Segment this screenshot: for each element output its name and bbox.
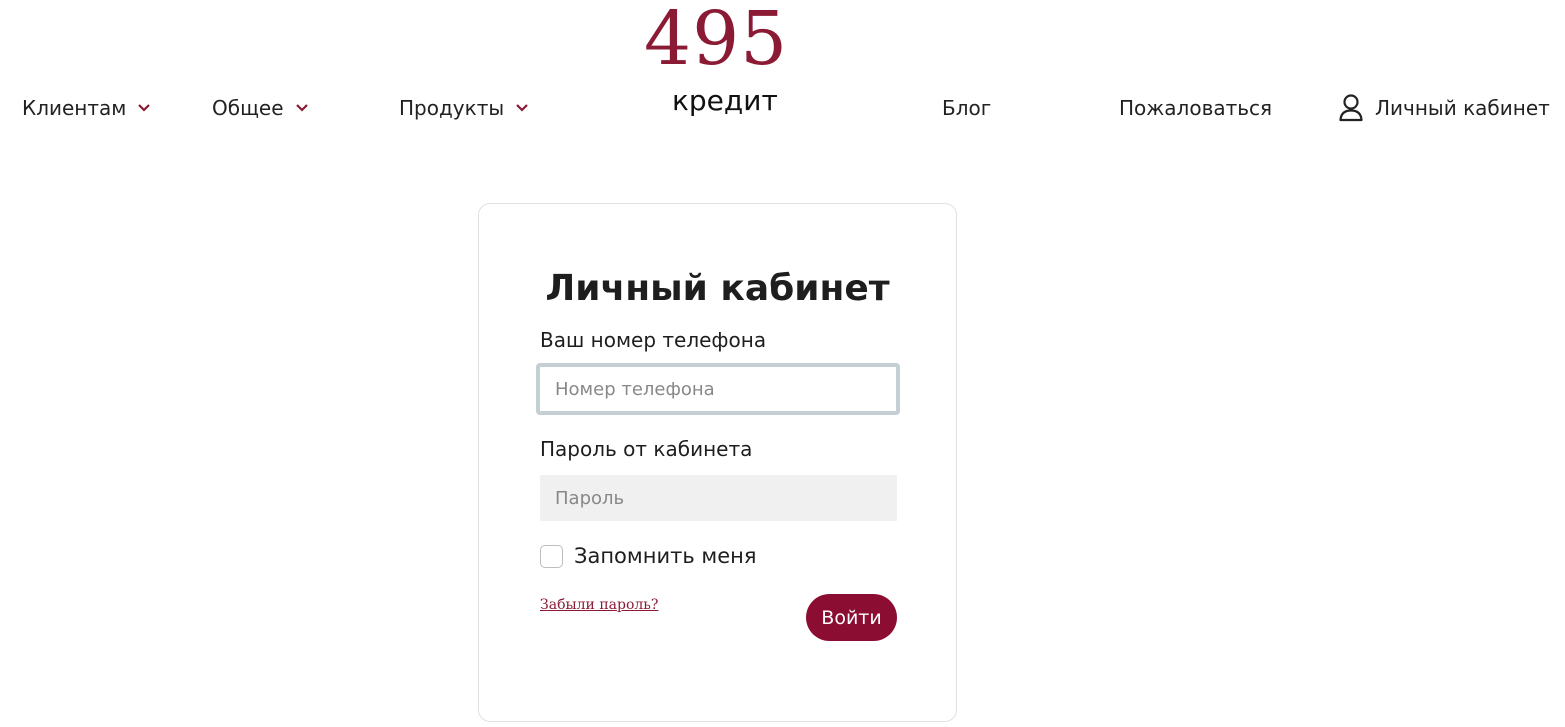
logo-subtitle: кредит [672, 84, 778, 117]
nav-item-label: Личный кабинет [1375, 96, 1550, 120]
user-icon [1338, 93, 1364, 123]
chevron-down-icon [294, 100, 310, 116]
forgot-password-link[interactable]: Забыли пароль? [540, 597, 658, 613]
nav-item-label: Пожаловаться [1119, 96, 1273, 120]
phone-label: Ваш номер телефона [540, 328, 767, 352]
nav-item-label: Продукты [399, 96, 505, 120]
chevron-down-icon [136, 100, 152, 116]
page-title: Личный кабинет [545, 268, 890, 309]
chevron-down-icon [514, 100, 530, 116]
nav-item-clients[interactable]: Клиентам [22, 92, 152, 124]
logo-number: 495 [644, 0, 789, 82]
remember-checkbox[interactable] [540, 544, 563, 568]
nav-item-general[interactable]: Общее [212, 92, 310, 124]
password-label: Пароль от кабинета [540, 437, 753, 461]
nav-item-cabinet[interactable]: Личный кабинет [1338, 92, 1550, 124]
password-input[interactable] [540, 475, 897, 521]
nav-item-complain[interactable]: Пожаловаться [1119, 92, 1272, 124]
login-card: Личный кабинет Ваш номер телефона Пароль… [478, 203, 957, 722]
remember-me[interactable]: Запомнить меня [540, 544, 757, 568]
login-button[interactable]: Войти [806, 594, 897, 641]
nav-item-label: Клиентам [22, 96, 127, 120]
nav-item-products[interactable]: Продукты [399, 92, 530, 124]
remember-label: Запомнить меня [574, 544, 757, 568]
phone-input[interactable] [536, 363, 900, 415]
nav-item-blog[interactable]: Блог [942, 92, 991, 124]
logo[interactable]: 495 кредит [640, 0, 800, 130]
nav-item-label: Блог [942, 96, 992, 120]
nav-item-label: Общее [212, 96, 284, 120]
